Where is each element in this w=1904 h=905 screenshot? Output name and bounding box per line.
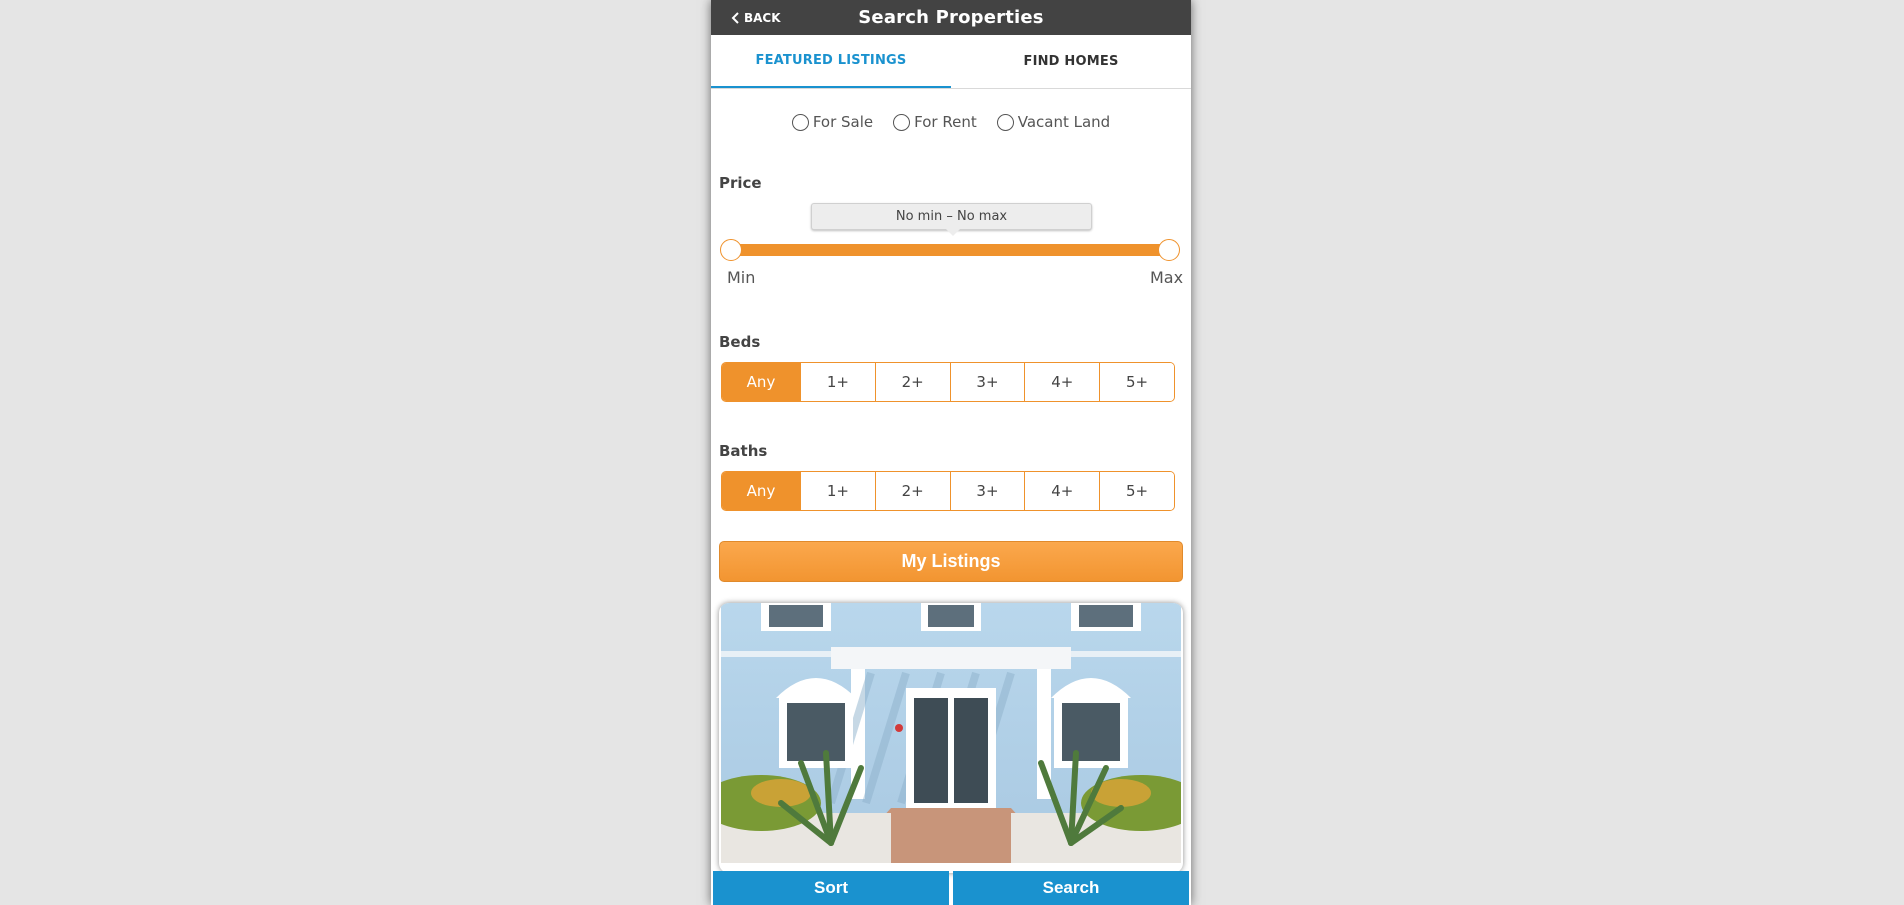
- page-title: Search Properties: [858, 7, 1044, 28]
- price-range-tooltip: No min – No max: [811, 203, 1092, 236]
- price-min-handle[interactable]: [720, 239, 742, 261]
- beds-option-3[interactable]: 3+: [949, 363, 1025, 401]
- beds-selector: Any 1+ 2+ 3+ 4+ 5+: [721, 362, 1175, 402]
- radio-circle-icon: [893, 113, 911, 131]
- radio-vacant-land[interactable]: Vacant Land: [996, 113, 1111, 131]
- search-button[interactable]: Search: [953, 871, 1189, 905]
- my-listings-button[interactable]: My Listings: [719, 541, 1183, 582]
- radio-label: Vacant Land: [1017, 113, 1111, 131]
- radio-label: For Sale: [812, 113, 874, 131]
- baths-option-3[interactable]: 3+: [949, 472, 1025, 510]
- radio-circle-icon: [791, 113, 809, 131]
- app-screen: BACK Search Properties FEATURED LISTINGS…: [711, 0, 1191, 905]
- back-button[interactable]: BACK: [731, 0, 781, 35]
- radio-label: For Rent: [914, 113, 977, 131]
- radio-for-rent[interactable]: For Rent: [893, 113, 977, 131]
- baths-option-5[interactable]: 5+: [1099, 472, 1174, 510]
- price-max-label: Max: [1150, 268, 1184, 287]
- baths-label: Baths: [719, 442, 768, 460]
- price-max-handle[interactable]: [1158, 239, 1180, 261]
- price-label: Price: [719, 174, 762, 192]
- baths-option-4[interactable]: 4+: [1024, 472, 1100, 510]
- radio-circle-icon: [996, 113, 1014, 131]
- baths-option-1[interactable]: 1+: [800, 472, 875, 510]
- back-label: BACK: [744, 10, 781, 25]
- beds-option-any[interactable]: Any: [722, 363, 800, 401]
- sort-button[interactable]: Sort: [713, 871, 949, 905]
- baths-option-2[interactable]: 2+: [874, 472, 950, 510]
- tab-featured-listings[interactable]: FEATURED LISTINGS: [711, 35, 951, 88]
- radio-for-sale[interactable]: For Sale: [791, 113, 874, 131]
- beds-option-5[interactable]: 5+: [1099, 363, 1174, 401]
- tab-find-homes[interactable]: FIND HOMES: [951, 35, 1191, 88]
- top-bar: BACK Search Properties: [711, 0, 1191, 35]
- bottom-action-bar: Sort Search: [711, 871, 1191, 905]
- beds-option-1[interactable]: 1+: [800, 363, 875, 401]
- beds-option-4[interactable]: 4+: [1024, 363, 1100, 401]
- baths-selector: Any 1+ 2+ 3+ 4+ 5+: [721, 471, 1175, 511]
- listing-photo: [721, 603, 1181, 863]
- baths-option-any[interactable]: Any: [722, 472, 800, 510]
- chevron-left-icon: [731, 11, 739, 24]
- tab-bar: FEATURED LISTINGS FIND HOMES: [711, 35, 1191, 89]
- listing-type-group: For Sale For Rent Vacant Land: [711, 111, 1191, 133]
- featured-listing-card[interactable]: [719, 603, 1183, 873]
- beds-label: Beds: [719, 333, 761, 351]
- price-min-label: Min: [727, 268, 756, 287]
- price-slider-track[interactable]: [731, 244, 1167, 256]
- beds-option-2[interactable]: 2+: [874, 363, 950, 401]
